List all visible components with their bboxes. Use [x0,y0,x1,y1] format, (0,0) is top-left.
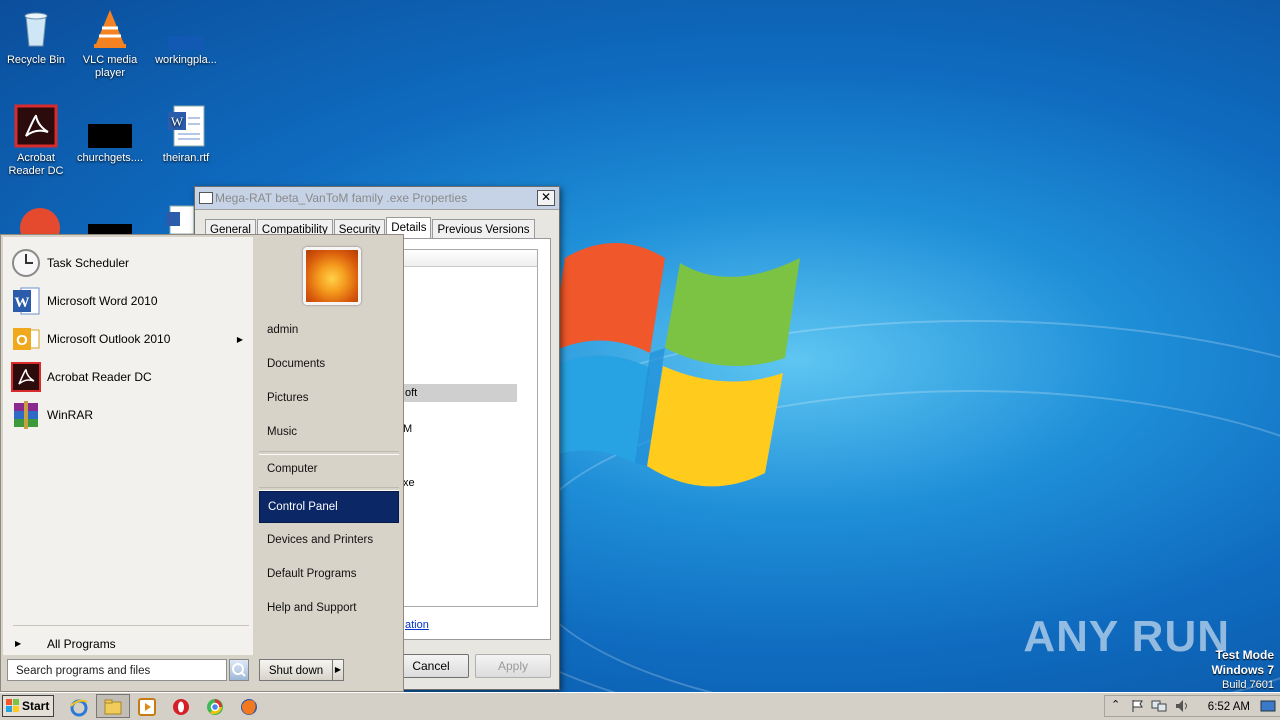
vlc-icon [88,6,132,50]
chevron-right-icon: ▶ [334,665,342,674]
media-player-icon[interactable] [136,696,158,718]
black-file-icon[interactable] [88,224,132,234]
clock[interactable]: 6:52 AM [1208,701,1250,713]
desktop-icon-vlc[interactable]: VLC media player [72,6,148,80]
close-icon: ✕ [540,190,552,204]
submenu-arrow-icon: ▶ [236,334,243,344]
opera-icon[interactable] [170,696,192,718]
acrobat-icon [11,362,41,392]
winrar-icon [11,400,41,430]
chrome-icon[interactable] [204,696,226,718]
link-default-programs[interactable]: Default Programs [259,559,399,589]
desktop-icon-acrobat[interactable]: Acrobat Reader DC [0,104,74,178]
details-value-fragment: oft [405,387,418,399]
program-outlook-2010[interactable]: O Microsoft Outlook 2010 ▶ [7,321,251,357]
cancel-button[interactable]: Cancel [393,654,469,678]
start-menu-places-pane: admin Documents Pictures Music Computer … [255,237,403,655]
program-label: Microsoft Word 2010 [47,294,158,308]
black-file-icon [88,104,132,148]
blue-file-icon [164,6,208,50]
all-programs-button[interactable]: ▶ All Programs [11,635,251,653]
shutdown-button[interactable]: Shut down [259,659,333,681]
tab-previous-versions[interactable]: Previous Versions [432,219,535,240]
explorer-icon[interactable] [102,696,124,718]
details-value-fragment: M [403,423,413,435]
outlook-icon: O [11,324,41,354]
start-button[interactable]: Start [2,695,54,717]
link-control-panel[interactable]: Control Panel [259,491,399,523]
chrome-icon[interactable] [20,204,60,248]
start-menu: Task Scheduler W Microsoft Word 2010 O M… [0,234,404,692]
program-winrar[interactable]: WinRAR [7,397,251,433]
desktop-icon-workingpla[interactable]: workingpla... [148,6,224,67]
firefox-icon[interactable] [238,696,260,718]
desktop-icon-theiran[interactable]: W theiran.rtf [148,104,224,165]
word-document-icon[interactable] [164,204,195,235]
separator [13,625,249,626]
show-hidden-icon[interactable]: ⌃ [1111,698,1120,711]
link-computer[interactable]: Computer [259,454,399,484]
dialog-title: Mega-RAT beta_VanToM family .exe Propert… [215,191,468,205]
link-music[interactable]: Music [259,417,399,447]
system-tray: ⌃ 6:52 AM [1104,695,1280,717]
svg-text:O: O [16,332,28,349]
search-icon [232,663,246,677]
window-icon [199,192,213,204]
test-mode-line2: Windows 7 [1211,663,1274,677]
link-admin[interactable]: admin [259,315,399,345]
anyrun-watermark: ANY RUN [1023,612,1230,661]
apply-button[interactable]: Apply [475,654,551,678]
search-input[interactable]: Search programs and files [7,659,227,681]
action-center-flag-icon[interactable] [1131,699,1145,713]
all-programs-label: All Programs [47,637,116,651]
desktop-icon-label: churchgets.... [76,152,144,164]
details-link[interactable]: ation [405,619,429,631]
expand-arrow-icon: ▶ [15,639,22,648]
windows-flag-icon [6,699,19,712]
link-help-and-support[interactable]: Help and Support [259,593,399,623]
link-pictures[interactable]: Pictures [259,383,399,413]
svg-text:W: W [171,114,184,129]
program-label: WinRAR [47,408,94,422]
test-mode-line1: Test Mode [1215,648,1274,662]
network-icon[interactable] [1151,699,1167,713]
link-devices-and-printers[interactable]: Devices and Printers [259,525,399,555]
desktop-icon-label: theiran.rtf [162,152,210,164]
program-label: Acrobat Reader DC [47,370,152,384]
close-button[interactable]: ✕ [537,190,555,206]
desktop-icon-label: workingpla... [155,54,217,66]
desktop-icon-churchgets[interactable]: churchgets.... [72,104,148,165]
test-mode-line3: Build 7601 [1222,679,1274,691]
program-acrobat-reader[interactable]: Acrobat Reader DC [7,359,251,395]
internet-explorer-icon[interactable] [68,696,90,718]
word-document-icon: W [164,104,208,148]
dialog-titlebar[interactable]: Mega-RAT beta_VanToM family .exe Propert… [195,187,559,210]
windows-logo [555,243,800,487]
program-label: Microsoft Outlook 2010 [47,332,171,346]
acrobat-icon [14,104,58,148]
user-picture[interactable] [303,247,361,305]
program-word-2010[interactable]: W Microsoft Word 2010 [7,283,251,319]
desktop-icon-label: Recycle Bin [6,54,66,66]
volume-icon[interactable] [1175,699,1191,713]
details-selected-row[interactable] [403,384,517,402]
show-desktop-icon[interactable] [1260,699,1276,713]
desktop-icon-recycle-bin[interactable]: Recycle Bin [0,6,74,67]
start-menu-programs-pane: Task Scheduler W Microsoft Word 2010 O M… [3,237,253,655]
link-documents[interactable]: Documents [259,349,399,379]
task-scheduler-icon [11,248,41,278]
shutdown-options-button[interactable]: ▶ [332,659,344,681]
start-label: Start [22,699,50,713]
desktop-icon-label: VLC media player [82,54,138,79]
details-value-fragment: xe [403,477,415,489]
recycle-bin-icon [14,6,58,50]
test-mode-notice: Test Mode Windows 7 Build 7601 [1211,648,1274,692]
program-task-scheduler[interactable]: Task Scheduler [7,245,251,281]
desktop-icon-label: Acrobat Reader DC [8,152,64,177]
taskbar: Start ⌃ 6:52 AM [0,692,1280,720]
program-label: Task Scheduler [47,256,130,270]
svg-text:W: W [15,295,30,311]
word-icon: W [11,286,41,316]
search-button[interactable] [229,659,249,681]
